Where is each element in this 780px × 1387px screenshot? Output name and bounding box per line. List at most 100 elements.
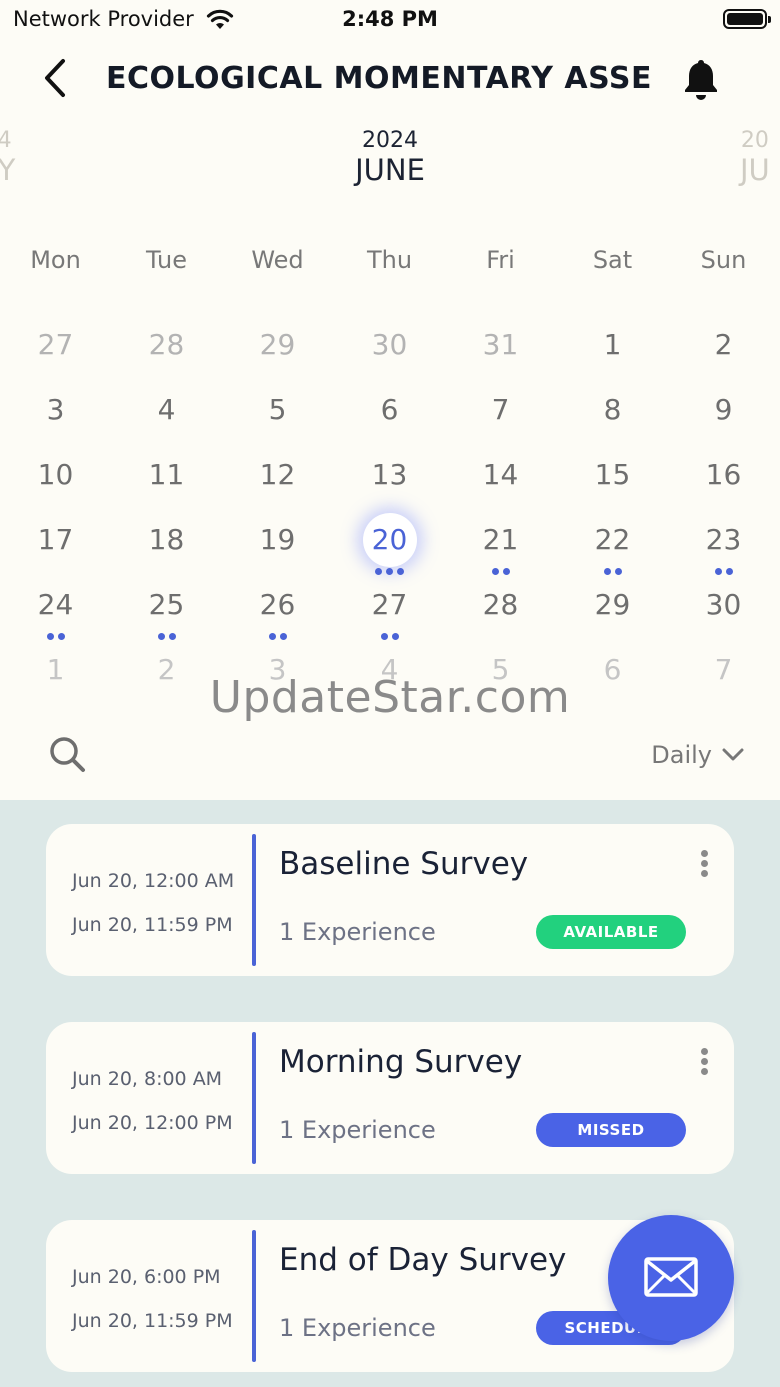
- day-number: 28: [482, 588, 519, 621]
- survey-card[interactable]: Jun 20, 12:00 AM Jun 20, 11:59 PM Baseli…: [46, 824, 734, 976]
- status-bar: Network Provider 2:48 PM: [0, 0, 780, 40]
- next-month[interactable]: 20 JU: [740, 128, 770, 187]
- calendar-day[interactable]: 22: [557, 515, 668, 580]
- status-badge: AVAILABLE: [536, 915, 686, 949]
- day-number: 16: [705, 458, 742, 491]
- calendar-day[interactable]: 2: [668, 320, 779, 385]
- day-number: 29: [259, 328, 296, 361]
- message-fab-button[interactable]: [608, 1215, 734, 1341]
- card-divider: [252, 834, 256, 966]
- survey-end-time: Jun 20, 12:00 PM: [72, 1112, 233, 1134]
- day-number: 29: [594, 588, 631, 621]
- calendar-day[interactable]: 21: [445, 515, 556, 580]
- calendar-day[interactable]: 12: [222, 450, 333, 515]
- calendar-day[interactable]: 4: [111, 385, 222, 450]
- calendar-day[interactable]: 27: [334, 580, 445, 645]
- survey-time-range: Jun 20, 8:00 AM Jun 20, 12:00 PM: [72, 1068, 262, 1156]
- day-number: 22: [594, 523, 631, 556]
- calendar-day[interactable]: 30: [668, 580, 779, 645]
- calendar-day[interactable]: 7: [445, 385, 556, 450]
- day-number: 9: [714, 393, 733, 426]
- calendar-grid: 27 28 29 30 31 1 2 3 4 5 6 7 8 9 10 11 1…: [0, 320, 780, 710]
- day-number: 23: [705, 523, 742, 556]
- day-number: 17: [37, 523, 74, 556]
- calendar-day[interactable]: 26: [222, 580, 333, 645]
- survey-end-time: Jun 20, 11:59 PM: [72, 914, 233, 936]
- previous-month-year: 24: [0, 128, 12, 153]
- calendar-day[interactable]: 8: [557, 385, 668, 450]
- calendar-day[interactable]: 11: [111, 450, 222, 515]
- calendar-day[interactable]: 3: [0, 385, 111, 450]
- survey-card[interactable]: Jun 20, 8:00 AM Jun 20, 12:00 PM Morning…: [46, 1022, 734, 1174]
- month-carousel[interactable]: 24 AY 2024 JUNE 20 JU: [0, 128, 780, 198]
- card-divider: [252, 1230, 256, 1362]
- calendar-day[interactable]: 15: [557, 450, 668, 515]
- more-vertical-icon[interactable]: [694, 1048, 714, 1082]
- calendar-day[interactable]: 23: [668, 515, 779, 580]
- previous-month[interactable]: 24 AY: [0, 128, 15, 187]
- survey-experience-count: 1 Experience: [279, 1116, 436, 1144]
- day-number: 27: [371, 588, 408, 621]
- day-number: 28: [148, 328, 185, 361]
- weekday-label: Sat: [592, 246, 633, 274]
- calendar-day[interactable]: 29: [557, 580, 668, 645]
- calendar-day[interactable]: 28: [111, 320, 222, 385]
- status-badge: MISSED: [536, 1113, 686, 1147]
- card-divider: [252, 1032, 256, 1164]
- day-number: 5: [268, 393, 287, 426]
- day-number: 25: [148, 588, 185, 621]
- calendar-day[interactable]: 14: [445, 450, 556, 515]
- day-number: 13: [371, 458, 408, 491]
- calendar-day[interactable]: 25: [111, 580, 222, 645]
- calendar-day[interactable]: 16: [668, 450, 779, 515]
- calendar-day[interactable]: 6: [334, 385, 445, 450]
- event-dots: [445, 567, 556, 575]
- list-toolbar: Daily: [0, 725, 780, 785]
- back-button[interactable]: [36, 55, 76, 103]
- notifications-button[interactable]: [680, 57, 722, 103]
- survey-title: End of Day Survey: [279, 1242, 567, 1278]
- previous-month-name: AY: [0, 153, 16, 187]
- day-number: 7: [491, 393, 510, 426]
- survey-start-time: Jun 20, 12:00 AM: [72, 870, 235, 892]
- calendar-day[interactable]: 24: [0, 580, 111, 645]
- view-mode-select[interactable]: Daily: [651, 739, 744, 771]
- calendar-day[interactable]: 18: [111, 515, 222, 580]
- more-vertical-icon[interactable]: [694, 850, 714, 884]
- calendar-day[interactable]: 17: [0, 515, 111, 580]
- battery-icon: [723, 9, 771, 29]
- search-icon: [50, 737, 85, 772]
- event-dots: [0, 632, 111, 640]
- calendar-day[interactable]: 27: [0, 320, 111, 385]
- event-dots: [222, 632, 333, 640]
- calendar-day[interactable]: 19: [222, 515, 333, 580]
- back-chevron-icon: [45, 59, 65, 97]
- survey-experience-count: 1 Experience: [279, 1314, 436, 1342]
- calendar-day[interactable]: 13: [334, 450, 445, 515]
- calendar-day[interactable]: 28: [445, 580, 556, 645]
- day-number: 4: [157, 393, 176, 426]
- calendar-day-selected[interactable]: 20: [334, 513, 445, 580]
- day-number: 8: [603, 393, 622, 426]
- view-mode-label: Daily: [651, 741, 712, 769]
- survey-experience-count: 1 Experience: [279, 918, 436, 946]
- event-dots: [111, 632, 222, 640]
- clock-time: 2:48 PM: [342, 7, 438, 31]
- day-number: 14: [482, 458, 519, 491]
- weekday-label: Fri: [486, 246, 515, 274]
- calendar-day[interactable]: 1: [557, 320, 668, 385]
- calendar-day[interactable]: 10: [0, 450, 111, 515]
- survey-end-time: Jun 20, 11:59 PM: [72, 1310, 233, 1332]
- calendar-day[interactable]: 5: [222, 385, 333, 450]
- weekday-label: Tue: [146, 246, 187, 274]
- survey-list: Jun 20, 12:00 AM Jun 20, 11:59 PM Baseli…: [0, 800, 780, 1387]
- event-dots: [557, 567, 668, 575]
- calendar-day[interactable]: 29: [222, 320, 333, 385]
- calendar-day[interactable]: 9: [668, 385, 779, 450]
- calendar-day[interactable]: 30: [334, 320, 445, 385]
- calendar-day[interactable]: 31: [445, 320, 556, 385]
- day-number: 21: [482, 523, 519, 556]
- current-month[interactable]: 2024 JUNE: [290, 128, 490, 187]
- search-button[interactable]: [46, 733, 90, 777]
- next-month-year: 20: [740, 128, 769, 153]
